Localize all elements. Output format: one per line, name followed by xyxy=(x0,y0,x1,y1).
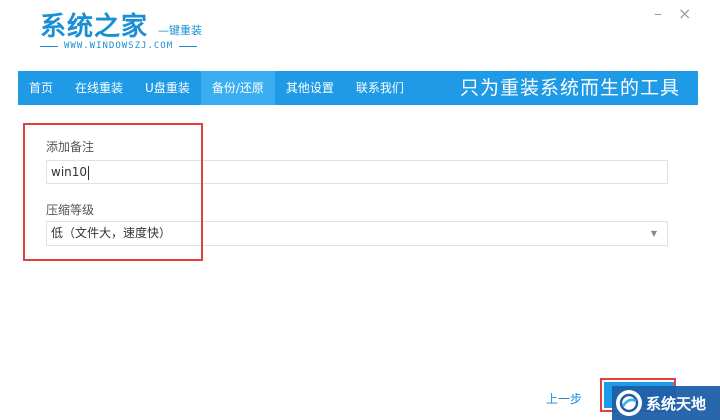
watermark: 系统天地 xyxy=(612,386,720,420)
dropdown-arrow-icon: ▼ xyxy=(650,229,657,238)
nav-item-usb-reinstall[interactable]: U盘重装 xyxy=(134,71,201,105)
logo-title: 系统之家 xyxy=(40,12,149,42)
watermark-logo-icon xyxy=(616,390,642,416)
nav-item-other-settings[interactable]: 其他设置 xyxy=(275,71,345,105)
nav-slogan: 只为重装系统而生的工具 xyxy=(459,77,680,99)
main-nav-bar: 首页 在线重装 U盘重装 备份/还原 其他设置 联系我们 只为重装系统而生的工具 xyxy=(18,71,698,105)
logo-divider xyxy=(40,45,58,47)
logo-url-row: WWW.WINDOWSZJ.COM xyxy=(40,39,206,53)
nav-items: 首页 在线重装 U盘重装 备份/还原 其他设置 联系我们 xyxy=(18,71,415,105)
compress-level-value: 低（文件大，速度快） xyxy=(51,226,172,240)
logo-url: WWW.WINDOWSZJ.COM xyxy=(64,41,174,51)
logo-tagline: —键重装 xyxy=(158,24,202,37)
previous-step-link[interactable]: 上一步 xyxy=(546,390,582,407)
compress-level-select[interactable]: 低（文件大，速度快） ▼ xyxy=(46,221,668,246)
logo-divider xyxy=(179,45,198,47)
nav-item-home[interactable]: 首页 xyxy=(18,71,64,105)
text-caret xyxy=(88,165,90,180)
note-input[interactable]: win10 xyxy=(46,160,668,184)
compress-label: 压缩等级 xyxy=(46,203,95,217)
note-input-value: win10 xyxy=(51,165,88,179)
note-label: 添加备注 xyxy=(46,140,95,154)
nav-item-backup-restore[interactable]: 备份/还原 xyxy=(200,71,275,105)
close-button[interactable]: × xyxy=(678,6,691,22)
app-logo: 系统之家 —键重装 WWW.WINDOWSZJ.COM xyxy=(40,6,220,56)
minimize-button[interactable]: – xyxy=(654,6,662,22)
nav-item-contact-us[interactable]: 联系我们 xyxy=(345,71,415,105)
watermark-text: 系统天地 xyxy=(646,395,707,413)
nav-item-online-reinstall[interactable]: 在线重装 xyxy=(64,71,134,105)
